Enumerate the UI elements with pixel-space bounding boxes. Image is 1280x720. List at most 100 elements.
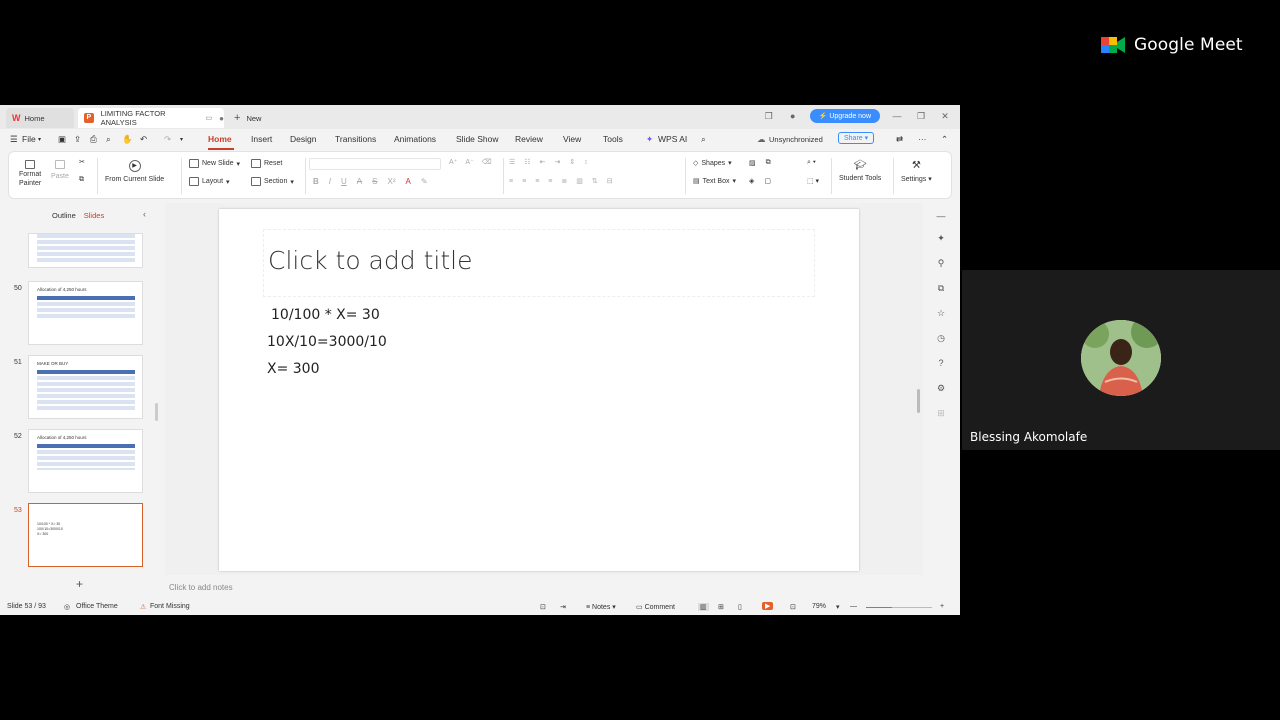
reading-view-icon[interactable]: ▯ <box>738 603 742 611</box>
sort-icon[interactable]: ↕ <box>584 159 588 166</box>
find-icon[interactable]: ⌕ ▾ <box>807 159 816 167</box>
collaborate-icon[interactable]: ⇄ <box>896 134 903 145</box>
slide-text-line[interactable]: 10/100 * X= 30 <box>271 307 380 323</box>
window-layout-icon[interactable]: ❐ <box>762 111 776 122</box>
shrink-font-icon[interactable]: A⁻ <box>465 158 473 166</box>
upgrade-button[interactable]: ⚡ Upgrade now <box>809 109 880 123</box>
participant-tile[interactable]: Blessing Akomolafe <box>962 270 1280 450</box>
grid-icon[interactable]: ⊞ <box>935 408 947 419</box>
share-button[interactable]: Share ▾ <box>838 132 875 144</box>
menu-animations[interactable]: Animations <box>394 134 436 144</box>
align-center-icon[interactable]: ≡ <box>522 178 526 185</box>
save-icon[interactable]: ▣ <box>58 134 66 145</box>
slide-thumbnail-52[interactable]: Allocation of 4,250 hours <box>28 429 143 493</box>
menu-file[interactable]: File <box>22 134 36 144</box>
menu-tools[interactable]: Tools <box>603 134 623 144</box>
minus-icon[interactable]: — <box>935 211 947 221</box>
zoom-in-icon[interactable]: + <box>940 603 944 610</box>
from-current-slide-button[interactable]: ▶ From Current Slide <box>105 160 164 183</box>
redo-icon[interactable]: ↷ <box>164 134 171 145</box>
restore-icon[interactable]: ❐ <box>914 111 928 122</box>
align-text-icon[interactable]: ⊟ <box>607 177 613 185</box>
search-icon[interactable]: ⌕ <box>701 134 706 145</box>
section-button[interactable]: Section ▾ <box>251 177 294 186</box>
superscript-icon[interactable]: X² <box>387 177 395 186</box>
close-icon[interactable]: ✕ <box>938 111 952 122</box>
slide-thumbnail-49[interactable] <box>28 233 143 268</box>
underline-icon[interactable]: U <box>341 177 347 186</box>
magic-icon[interactable]: ✦ <box>935 233 947 244</box>
copy-icon[interactable]: ⧉ <box>79 176 84 184</box>
format-painter-button[interactable]: Format Painter <box>19 160 41 187</box>
hand-icon[interactable]: ✋ <box>122 134 133 145</box>
grow-font-icon[interactable]: A⁺ <box>449 158 457 166</box>
collapse-ribbon-icon[interactable]: ⌃ <box>941 134 948 145</box>
more-chevron-icon[interactable]: ▾ <box>180 136 183 143</box>
strike-s-icon[interactable]: S <box>372 177 377 186</box>
preview-icon[interactable]: ⌕ <box>106 134 111 145</box>
indent-icon[interactable]: ⇥ <box>554 158 560 166</box>
tab-outline[interactable]: Outline <box>52 211 76 220</box>
picture-icon[interactable]: ▨ <box>749 159 756 167</box>
text-direction-icon[interactable]: ⇅ <box>592 177 598 185</box>
clear-format-icon[interactable]: ⌫ <box>482 158 492 166</box>
italic-icon[interactable]: I <box>329 177 331 186</box>
align-right-icon[interactable]: ≡ <box>535 178 539 185</box>
align-left-icon[interactable]: ≡ <box>509 178 513 185</box>
doc-icon[interactable]: ⇥ <box>560 603 566 611</box>
animation-icon[interactable]: ⚲ <box>935 258 947 269</box>
menu-slide-show[interactable]: Slide Show <box>456 134 499 144</box>
history-icon[interactable]: ◷ <box>935 333 947 344</box>
collapse-panel-icon[interactable]: ‹ <box>143 209 146 219</box>
save-status-icon[interactable]: ⊡ <box>540 603 546 611</box>
justify-icon[interactable]: ≡ <box>548 178 552 185</box>
settings-button[interactable]: ⚒ Settings ▾ <box>901 160 932 183</box>
help-icon[interactable]: ? <box>935 358 947 368</box>
menu-review[interactable]: Review <box>515 134 543 144</box>
slide-title-placeholder[interactable]: Click to add title <box>263 229 815 297</box>
minimize-icon[interactable]: — <box>890 111 904 121</box>
menu-home[interactable]: Home <box>208 134 232 144</box>
slide-text-line[interactable]: 10X/10=3000/10 <box>267 334 387 350</box>
add-slide-icon[interactable]: + <box>76 577 83 591</box>
student-tools-button[interactable]: 🎓︎ Student Tools <box>839 160 881 182</box>
zoom-slider[interactable] <box>866 607 932 608</box>
hamburger-icon[interactable]: ☰ <box>10 134 18 145</box>
distribute-icon[interactable]: ≣ <box>561 177 567 185</box>
notes-placeholder[interactable]: Click to add notes <box>169 583 233 592</box>
reset-button[interactable]: Reset <box>251 159 282 168</box>
unsynchronized-status[interactable]: Unsynchronized <box>769 135 823 144</box>
slide-thumbnail-50[interactable]: Allocation of 4,250 hours <box>28 281 143 345</box>
user-account-icon[interactable]: ● <box>786 111 800 121</box>
zoom-out-icon[interactable]: — <box>850 603 857 610</box>
arrange-icon[interactable]: ⧉ <box>766 159 771 167</box>
more-options-icon[interactable]: ··· <box>918 134 927 144</box>
panel-scrollbar[interactable] <box>155 403 158 421</box>
unsaved-dot-icon[interactable]: ● <box>219 114 224 123</box>
outline-icon[interactable]: ▢ <box>764 177 771 185</box>
paste-button[interactable]: Paste <box>51 160 69 180</box>
slideshow-icon[interactable]: ▶ <box>762 602 774 610</box>
menu-insert[interactable]: Insert <box>251 134 272 144</box>
sorter-view-icon[interactable]: ⊞ <box>718 603 724 611</box>
bold-icon[interactable]: B <box>313 177 319 186</box>
star-icon[interactable]: ☆ <box>935 308 947 319</box>
notes-toggle[interactable]: ≡ Notes ▾ <box>586 603 616 611</box>
font-name-select[interactable] <box>309 158 441 170</box>
slide-text-line[interactable]: X= 300 <box>267 361 320 377</box>
shapes-button[interactable]: ◇ Shapes ▾ <box>693 159 732 168</box>
canvas-scrollbar[interactable] <box>917 389 920 413</box>
line-spacing-icon[interactable]: ⇕ <box>569 158 575 166</box>
comment-toggle[interactable]: ▭ Comment <box>636 603 675 611</box>
zoom-dropdown-icon[interactable]: ▾ <box>836 603 840 611</box>
fit-icon[interactable]: ⊡ <box>790 603 796 611</box>
strikethrough-icon[interactable]: A <box>357 177 362 186</box>
cut-icon[interactable]: ✂ <box>79 158 85 166</box>
slide-thumbnail-51[interactable]: MAKE OR BUY <box>28 355 143 419</box>
new-slide-button[interactable]: New Slide ▾ <box>189 159 240 168</box>
layout-button[interactable]: Layout ▾ <box>189 177 230 186</box>
columns-icon[interactable]: ▥ <box>576 177 583 185</box>
menu-transitions[interactable]: Transitions <box>335 134 376 144</box>
bullets-icon[interactable]: ☰ <box>509 158 515 166</box>
normal-view-icon[interactable]: ▥ <box>698 603 709 611</box>
